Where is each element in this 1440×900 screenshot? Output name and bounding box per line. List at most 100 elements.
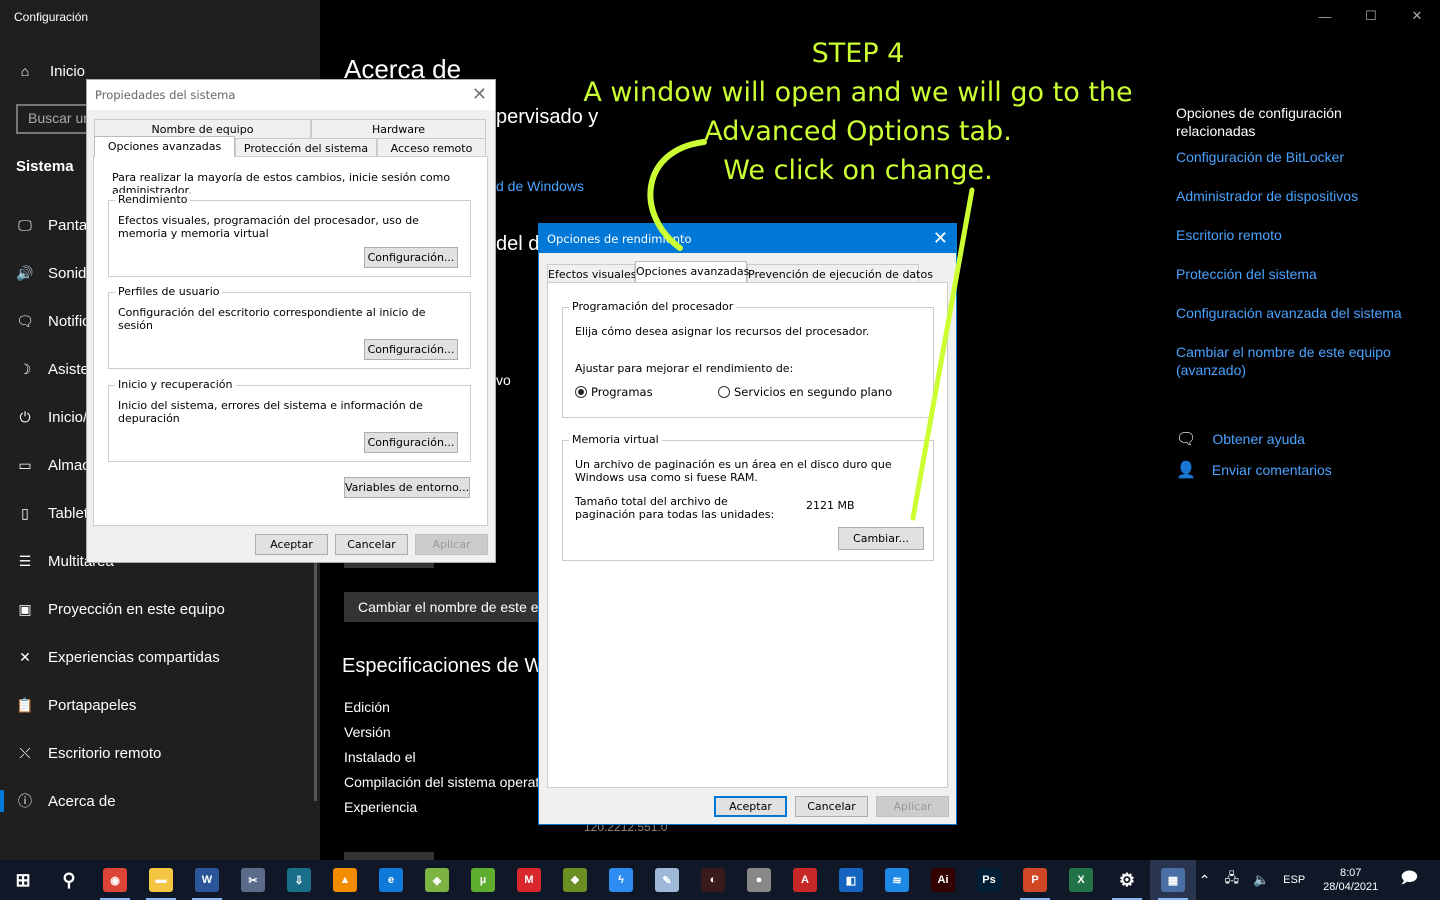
related-title: Opciones de configuración relacionadas: [1176, 105, 1342, 139]
remote-desktop-icon: ⤬: [19, 744, 31, 761]
volume-icon[interactable]: 🔈: [1253, 872, 1269, 888]
projection-icon: ▣: [18, 600, 32, 617]
taskbar-button[interactable]: ⚙: [1104, 860, 1150, 900]
sidebar-item[interactable]: 🔊 Sonido: [16, 261, 94, 285]
sidebar-item[interactable]: 📋 Portapapeles: [16, 693, 136, 717]
start-icon: ⊞: [15, 869, 31, 890]
environment-variables-button[interactable]: Variables de entorno...: [344, 477, 470, 498]
ok-button[interactable]: Aceptar: [714, 796, 787, 817]
processor-scheduling-group: Programación del procesador Elija cómo d…: [562, 300, 934, 418]
related-link[interactable]: Administrador de dispositivos: [1176, 187, 1416, 205]
notification-center-icon[interactable]: 🗩: [1400, 867, 1418, 894]
get-help-link[interactable]: 🗨 Obtener ayuda: [1176, 429, 1305, 449]
close-button[interactable]: ✕: [1394, 0, 1440, 32]
related-link[interactable]: Configuración de BitLocker: [1176, 148, 1416, 166]
installer-icon: ⇩: [287, 868, 311, 892]
taskbar-button[interactable]: ❖: [552, 860, 598, 900]
radio-background-services[interactable]: Servicios en segundo plano: [718, 385, 892, 399]
taskbar-button[interactable]: ≋: [874, 860, 920, 900]
tab-advanced-options[interactable]: Opciones avanzadas: [94, 136, 235, 157]
startup-recovery-label: Inicio y recuperación: [115, 378, 236, 391]
taskbar-apps: ⊞ ⚲ ◉ ▬ W ✂ ⇩ ▲ e ◈ µ M ❖ ϟ ✎ ◐ ● A ◧ ≋ Ai Ps P X ⚙ ▦: [0, 860, 1196, 900]
multitask-icon: ☰: [18, 552, 32, 569]
tab-visual-effects[interactable]: Efectos visuales: [547, 264, 636, 283]
feedback-link[interactable]: 👤 Enviar comentarios: [1176, 460, 1332, 480]
taskbar-button[interactable]: Ps: [966, 860, 1012, 900]
radio-programs[interactable]: Programas: [575, 385, 653, 399]
taskbar-button[interactable]: X: [1058, 860, 1104, 900]
sidebar-item[interactable]: ⤬ Escritorio remoto: [16, 741, 161, 765]
app-title: Configuración: [14, 10, 89, 24]
tab-hardware[interactable]: Hardware: [311, 119, 486, 138]
home-icon: ⌂: [20, 63, 30, 79]
minimize-button[interactable]: —: [1302, 0, 1348, 32]
taskbar-button[interactable]: e: [368, 860, 414, 900]
taskbar-button[interactable]: ⚲: [46, 860, 92, 900]
related-link[interactable]: Escritorio remoto: [1176, 226, 1416, 244]
taskbar-button[interactable]: Ai: [920, 860, 966, 900]
tab-data-execution-prevention[interactable]: Prevención de ejecución de datos: [747, 264, 933, 283]
taskbar-button[interactable]: ▬: [138, 860, 184, 900]
taskbar-button[interactable]: ⊞: [0, 860, 46, 900]
rename-pc-button[interactable]: Cambiar el nombre de este eq: [344, 592, 540, 622]
home-nav-item[interactable]: ⌂ Inicio: [16, 62, 85, 80]
taskbar-button[interactable]: ◉: [92, 860, 138, 900]
processor-desc: Elija cómo desea asignar los recursos de…: [575, 325, 870, 338]
taskbar-button[interactable]: ⇩: [276, 860, 322, 900]
sidebar-item[interactable]: ▣ Proyección en este equipo: [16, 597, 224, 621]
tab-remote-access[interactable]: Acceso remoto: [377, 138, 486, 157]
copy-button-2[interactable]: [344, 852, 434, 860]
related-link[interactable]: Protección del sistema: [1176, 265, 1416, 283]
related-link[interactable]: Configuración avanzada del sistema: [1176, 304, 1416, 322]
taskbar-button[interactable]: W: [184, 860, 230, 900]
close-icon[interactable]: ✕: [472, 84, 487, 105]
taskbar-button[interactable]: P: [1012, 860, 1058, 900]
language-indicator[interactable]: ESP: [1283, 874, 1305, 886]
tab-advanced-options[interactable]: Opciones avanzadas: [635, 261, 749, 282]
cancel-button[interactable]: Cancelar: [795, 796, 868, 817]
close-icon[interactable]: ✕: [933, 228, 948, 249]
sidebar-item[interactable]: ✕ Experiencias compartidas: [16, 645, 220, 669]
taskbar-button[interactable]: ◐: [690, 860, 736, 900]
taskbar-button[interactable]: ✎: [644, 860, 690, 900]
active-indicator: [0, 790, 4, 812]
taskbar-button[interactable]: M: [506, 860, 552, 900]
cancel-button[interactable]: Cancelar: [335, 534, 408, 555]
related-links: Configuración de BitLocker Administrador …: [1176, 148, 1416, 379]
taskbar-button[interactable]: ◧: [828, 860, 874, 900]
tray-chevron-icon[interactable]: ⌃: [1199, 872, 1211, 889]
user-profiles-settings-button[interactable]: Configuración...: [364, 339, 458, 360]
taskbar-button[interactable]: ●: [736, 860, 782, 900]
sidebar-item-label: Acerca de: [48, 792, 116, 810]
performance-options-dialog: Opciones de rendimiento ✕ Efectos visual…: [538, 223, 957, 825]
apply-button[interactable]: Aplicar: [415, 534, 488, 555]
tab-system-protection[interactable]: Protección del sistema: [235, 138, 377, 157]
taskbar-button[interactable]: A: [782, 860, 828, 900]
power-icon: ⏻: [19, 408, 31, 425]
taskbar-button[interactable]: µ: [460, 860, 506, 900]
maximize-button[interactable]: ☐: [1348, 0, 1394, 32]
taskbar-button[interactable]: ▦: [1150, 860, 1196, 900]
notification-icon: 🗨: [16, 312, 34, 329]
sidebar-item[interactable]: ⓘ Acerca de: [16, 789, 116, 813]
get-help-label: Obtener ayuda: [1212, 431, 1305, 447]
taskbar-button[interactable]: ϟ: [598, 860, 644, 900]
feedback-label: Enviar comentarios: [1211, 462, 1332, 478]
taskbar-button[interactable]: ◈: [414, 860, 460, 900]
apply-button[interactable]: Aplicar: [876, 796, 949, 817]
spec-label: Versión: [344, 724, 391, 740]
change-button[interactable]: Cambiar...: [838, 527, 924, 550]
related-link[interactable]: Cambiar el nombre de este equipo (avanza…: [1176, 343, 1416, 379]
ok-button[interactable]: Aceptar: [255, 534, 328, 555]
clock[interactable]: 8:07 28/04/2021: [1323, 866, 1378, 894]
performance-settings-button[interactable]: Configuración...: [364, 247, 458, 268]
edge-icon: e: [379, 868, 403, 892]
startup-recovery-settings-button[interactable]: Configuración...: [364, 432, 458, 453]
taskbar-button[interactable]: ✂: [230, 860, 276, 900]
messenger-icon: ϟ: [609, 868, 633, 892]
virtual-memory-label: Memoria virtual: [569, 433, 662, 446]
network-icon[interactable]: 🖧: [1224, 869, 1239, 891]
taskbar-button[interactable]: ▲: [322, 860, 368, 900]
virtual-memory-group: Memoria virtual Un archivo de paginación…: [562, 433, 934, 561]
sidebar-item[interactable]: ▯ Tableta: [16, 501, 96, 525]
